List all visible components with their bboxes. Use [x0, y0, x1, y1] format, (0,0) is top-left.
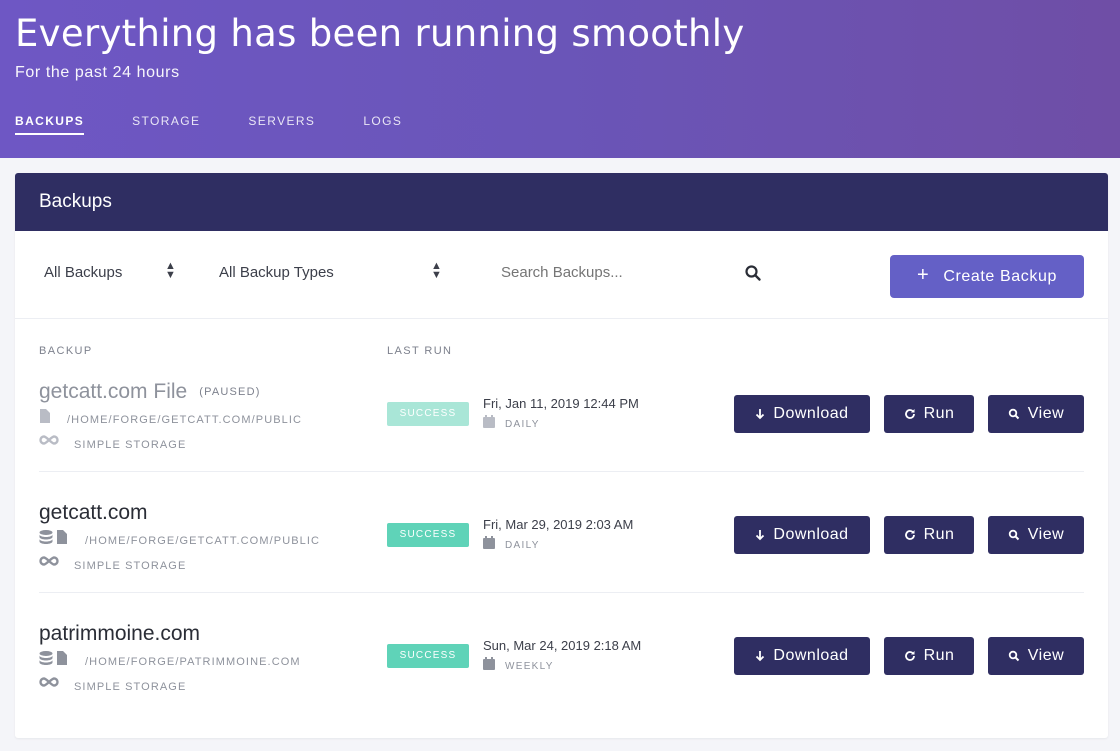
run-button[interactable]: Run — [884, 637, 974, 675]
backup-name: getcatt.com — [39, 501, 148, 524]
run-label: Run — [923, 647, 955, 664]
magnifier-icon — [1008, 408, 1020, 420]
database-icon — [39, 651, 53, 665]
download-label: Download — [773, 405, 849, 422]
view-label: View — [1027, 526, 1065, 543]
card-title: Backups — [15, 173, 1108, 231]
arrow-down-icon — [756, 651, 765, 662]
frequency-label: DAILY — [505, 419, 540, 430]
tab-servers[interactable]: SERVERS — [248, 114, 315, 135]
magnifier-icon — [1008, 650, 1020, 662]
backup-name-text: getcatt.com File — [39, 380, 188, 403]
download-label: Download — [773, 647, 849, 664]
backup-row: getcatt.com /HOME/FORGE/GETCATT.COM/PUBL… — [15, 472, 1108, 593]
nav-tabs: BACKUPS STORAGE SERVERS LOGS — [15, 114, 450, 135]
search-icon[interactable] — [744, 264, 762, 282]
file-icon — [57, 651, 67, 665]
file-icon — [40, 409, 50, 423]
last-run-date: Fri, Jan 11, 2019 12:44 PM — [483, 396, 639, 411]
backup-filter-select[interactable]: All Backups ▲ ▼ — [44, 260, 176, 282]
view-button[interactable]: View — [988, 395, 1084, 433]
type-filter-value: All Backup Types — [219, 264, 334, 281]
tab-backups[interactable]: BACKUPS — [15, 114, 85, 135]
view-button[interactable]: View — [988, 637, 1084, 675]
status-badge: SUCCESS — [387, 644, 469, 668]
frequency-label: DAILY — [505, 540, 540, 551]
backup-path: /HOME/FORGE/PATRIMMOINE.COM — [85, 656, 301, 668]
storage-label: SIMPLE STORAGE — [74, 439, 187, 451]
status-badge: SUCCESS — [387, 402, 469, 426]
infinity-icon — [39, 556, 59, 566]
view-button[interactable]: View — [988, 516, 1084, 554]
type-filter-select[interactable]: All Backup Types ▲ ▼ — [219, 260, 447, 282]
storage-label: SIMPLE STORAGE — [74, 560, 187, 572]
status-badge: SUCCESS — [387, 523, 469, 547]
download-button[interactable]: Download — [734, 516, 870, 554]
calendar-icon — [483, 657, 495, 670]
infinity-icon — [39, 435, 59, 445]
backup-row: getcatt.com File (PAUSED) /HOME/FORGE/GET… — [15, 351, 1108, 472]
page-title: Everything has been running smoothly — [15, 12, 745, 55]
infinity-icon — [39, 677, 59, 687]
download-button[interactable]: Download — [734, 395, 870, 433]
run-label: Run — [923, 405, 955, 422]
magnifier-icon — [1008, 529, 1020, 541]
backup-filter-value: All Backups — [44, 264, 123, 281]
last-run-date: Fri, Mar 29, 2019 2:03 AM — [483, 517, 634, 532]
download-label: Download — [773, 526, 849, 543]
download-button[interactable]: Download — [734, 637, 870, 675]
refresh-icon — [904, 409, 915, 419]
backup-name: patrimmoine.com — [39, 622, 201, 645]
backup-path: /HOME/FORGE/GETCATT.COM/PUBLIC — [85, 535, 321, 547]
tab-logs[interactable]: LOGS — [363, 114, 402, 135]
header-banner: Everything has been running smoothly For… — [0, 0, 1120, 158]
run-button[interactable]: Run — [884, 516, 974, 554]
frequency-label: WEEKLY — [505, 661, 554, 672]
file-icon — [57, 530, 67, 544]
create-backup-label: Create Backup — [943, 267, 1057, 285]
backup-name: getcatt.com File (PAUSED) — [39, 380, 261, 404]
backup-path: /HOME/FORGE/GETCATT.COM/PUBLIC — [67, 414, 303, 426]
search-input[interactable] — [501, 264, 761, 281]
calendar-icon — [483, 536, 495, 549]
database-icon — [39, 530, 53, 544]
run-button[interactable]: Run — [884, 395, 974, 433]
page-subtitle: For the past 24 hours — [15, 64, 180, 81]
view-label: View — [1027, 405, 1065, 422]
refresh-icon — [904, 651, 915, 661]
run-label: Run — [923, 526, 955, 543]
plus-icon: + — [917, 264, 930, 286]
calendar-icon — [483, 415, 495, 428]
filter-bar: All Backups ▲▼ All Backup Types ▲▼ + Cre… — [15, 231, 1108, 319]
paused-tag: (PAUSED) — [199, 386, 261, 398]
tab-storage[interactable]: STORAGE — [132, 114, 200, 135]
arrow-down-icon — [756, 409, 765, 420]
create-backup-button[interactable]: + Create Backup — [890, 255, 1084, 298]
sort-arrows-icon: ▲ ▼ — [165, 260, 176, 281]
view-label: View — [1027, 647, 1065, 664]
arrow-down-icon — [756, 530, 765, 541]
sort-arrows-icon: ▲ ▼ — [431, 260, 442, 281]
backups-card: Backups All Backups ▲ ▼ All Backup Types … — [15, 173, 1108, 738]
last-run-date: Sun, Mar 24, 2019 2:18 AM — [483, 638, 642, 653]
refresh-icon — [904, 530, 915, 540]
backup-row: patrimmoine.com /HOME/FORGE/PATRIMMOINE.… — [15, 593, 1108, 714]
storage-label: SIMPLE STORAGE — [74, 681, 187, 693]
